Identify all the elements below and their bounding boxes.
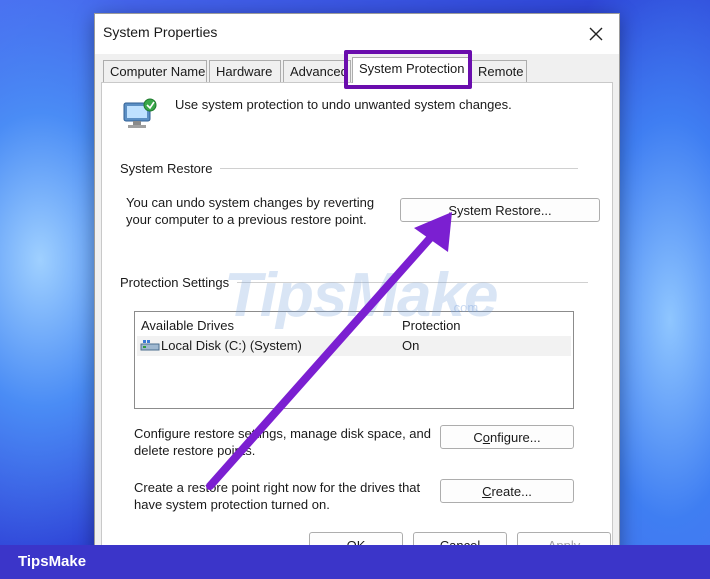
create-button[interactable]: Create... bbox=[440, 479, 574, 503]
drives-list[interactable]: Available Drives Protection Local Disk (… bbox=[134, 311, 574, 409]
brand-name: TipsMake bbox=[18, 553, 87, 570]
brand-bar: TipsMake bbox=[0, 545, 710, 579]
watermark-suffix: .com bbox=[450, 300, 479, 315]
column-header-protection[interactable]: Protection bbox=[402, 318, 461, 333]
access-key: o bbox=[482, 429, 491, 445]
table-row[interactable]: Local Disk (C:) (System) On bbox=[137, 336, 571, 356]
description-line: Create a restore point right now for the… bbox=[134, 480, 421, 495]
tab-highlight-box bbox=[344, 50, 472, 89]
close-button[interactable] bbox=[579, 17, 613, 51]
button-label-part: nfigure... bbox=[490, 429, 541, 445]
close-icon bbox=[589, 27, 603, 41]
tab-remote[interactable]: Remote bbox=[471, 60, 527, 82]
configure-description: Configure restore settings, manage disk … bbox=[134, 425, 431, 459]
description-line: your computer to a previous restore poin… bbox=[126, 212, 367, 227]
dialog-title: System Properties bbox=[103, 24, 218, 40]
system-protection-panel: Use system protection to undo unwanted s… bbox=[101, 82, 613, 570]
access-key: C bbox=[482, 483, 492, 499]
drive-name: Local Disk (C:) (System) bbox=[161, 338, 302, 353]
description-line: You can undo system changes by reverting bbox=[126, 195, 375, 210]
drive-icon bbox=[140, 340, 160, 351]
button-label-part: C bbox=[473, 429, 483, 445]
tab-computer-name[interactable]: Computer Name bbox=[103, 60, 207, 82]
configure-button[interactable]: Co nfigure... bbox=[440, 425, 574, 449]
protection-settings-label: Protection Settings bbox=[120, 275, 238, 290]
description-line: delete restore points. bbox=[134, 443, 256, 458]
system-properties-dialog: System Properties Computer Name Hardware… bbox=[94, 13, 620, 573]
drive-protection-status: On bbox=[402, 338, 420, 353]
tab-advanced[interactable]: Advanced bbox=[283, 60, 351, 82]
description-line: Configure restore settings, manage disk … bbox=[134, 426, 432, 441]
system-restore-description: You can undo system changes by reverting… bbox=[126, 194, 374, 228]
system-restore-label: System Restore bbox=[120, 161, 221, 176]
column-header-drives[interactable]: Available Drives bbox=[141, 318, 234, 333]
description-line: have system protection turned on. bbox=[134, 497, 330, 512]
system-restore-button[interactable]: System Restore... bbox=[400, 198, 600, 222]
button-label-part: reate... bbox=[491, 483, 532, 499]
intro-text: Use system protection to undo unwanted s… bbox=[175, 97, 512, 112]
create-description: Create a restore point right now for the… bbox=[134, 479, 420, 513]
system-protection-icon bbox=[123, 98, 157, 128]
tab-hardware[interactable]: Hardware bbox=[209, 60, 281, 82]
title-bar: System Properties bbox=[95, 14, 619, 54]
